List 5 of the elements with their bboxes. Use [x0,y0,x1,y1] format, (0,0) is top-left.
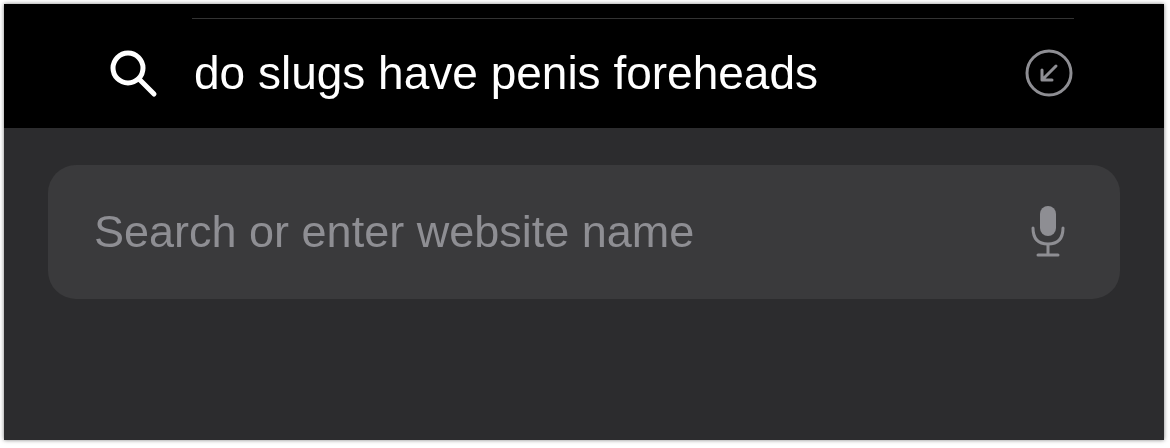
arrow-circle-icon[interactable] [1024,48,1074,99]
address-bar[interactable]: Search or enter website name [48,165,1120,299]
address-input[interactable]: Search or enter website name [92,205,1028,259]
suggestion-text: do slugs have penis foreheads [194,46,819,101]
search-icon [108,48,158,99]
